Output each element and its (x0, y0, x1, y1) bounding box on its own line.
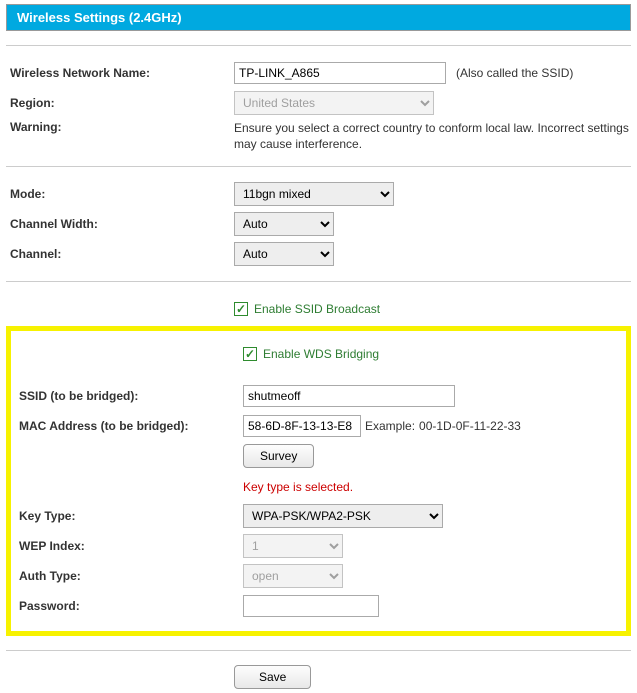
page-title: Wireless Settings (2.4GHz) (17, 10, 182, 25)
select-mode[interactable]: 11bgn mixed (234, 182, 394, 206)
label-ssid-bridged: SSID (to be bridged): (15, 389, 243, 403)
input-ssid-bridged[interactable] (243, 385, 455, 407)
divider (6, 281, 631, 282)
row-ssid-bridged: SSID (to be bridged): (15, 383, 622, 409)
select-region[interactable]: United States (234, 91, 434, 115)
row-survey: Survey (15, 443, 622, 469)
wds-highlight-box: ✓ Enable WDS Bridging SSID (to be bridge… (6, 326, 631, 636)
mac-example-label: Example: (365, 419, 415, 433)
label-warning: Warning: (6, 120, 234, 134)
label-mode: Mode: (6, 187, 234, 201)
row-mode: Mode: 11bgn mixed (6, 181, 631, 207)
row-mac-bridged: MAC Address (to be bridged): Example: 00-… (15, 413, 622, 439)
survey-button[interactable]: Survey (243, 444, 314, 468)
divider (6, 650, 631, 651)
save-button[interactable]: Save (234, 665, 311, 689)
select-channel[interactable]: Auto (234, 242, 334, 266)
label-mac-bridged: MAC Address (to be bridged): (15, 419, 243, 433)
mac-example-value: 00-1D-0F-11-22-33 (419, 419, 521, 433)
divider (6, 45, 631, 46)
input-mac-bridged[interactable] (243, 415, 361, 437)
label-wep-index: WEP Index: (15, 539, 243, 553)
divider (6, 166, 631, 167)
input-network-name[interactable] (234, 62, 446, 84)
warning-text: Ensure you select a correct country to c… (234, 120, 631, 152)
row-password: Password: (15, 593, 622, 619)
select-wep-index[interactable]: 1 (243, 534, 343, 558)
row-auth-type: Auth Type: open (15, 563, 622, 589)
label-auth-type: Auth Type: (15, 569, 243, 583)
checkbox-ssid-broadcast[interactable]: ✓ (234, 302, 248, 316)
page-header: Wireless Settings (2.4GHz) (6, 4, 631, 31)
label-network-name: Wireless Network Name: (6, 66, 234, 80)
label-password: Password: (15, 599, 243, 613)
row-key-type: Key Type: WPA-PSK/WPA2-PSK (15, 503, 622, 529)
select-auth-type[interactable]: open (243, 564, 343, 588)
label-channel-width: Channel Width: (6, 217, 234, 231)
error-message: Key type is selected. (243, 474, 353, 498)
label-region: Region: (6, 96, 234, 110)
row-error: Key type is selected. (15, 473, 622, 499)
row-wds-bridging: ✓ Enable WDS Bridging (15, 341, 622, 367)
row-save: Save (6, 665, 631, 689)
row-network-name: Wireless Network Name: (Also called the … (6, 60, 631, 86)
input-password[interactable] (243, 595, 379, 617)
row-warning: Warning: Ensure you select a correct cou… (6, 120, 631, 152)
label-channel: Channel: (6, 247, 234, 261)
row-channel: Channel: Auto (6, 241, 631, 267)
label-key-type: Key Type: (15, 509, 243, 523)
checkbox-wds-bridging[interactable]: ✓ (243, 347, 257, 361)
select-key-type[interactable]: WPA-PSK/WPA2-PSK (243, 504, 443, 528)
row-region: Region: United States (6, 90, 631, 116)
label-ssid-broadcast: Enable SSID Broadcast (254, 302, 380, 316)
row-ssid-broadcast: ✓ Enable SSID Broadcast (6, 296, 631, 322)
label-wds-bridging: Enable WDS Bridging (263, 347, 379, 361)
row-channel-width: Channel Width: Auto (6, 211, 631, 237)
row-wep-index: WEP Index: 1 (15, 533, 622, 559)
select-channel-width[interactable]: Auto (234, 212, 334, 236)
network-name-appendix: (Also called the SSID) (456, 66, 573, 80)
